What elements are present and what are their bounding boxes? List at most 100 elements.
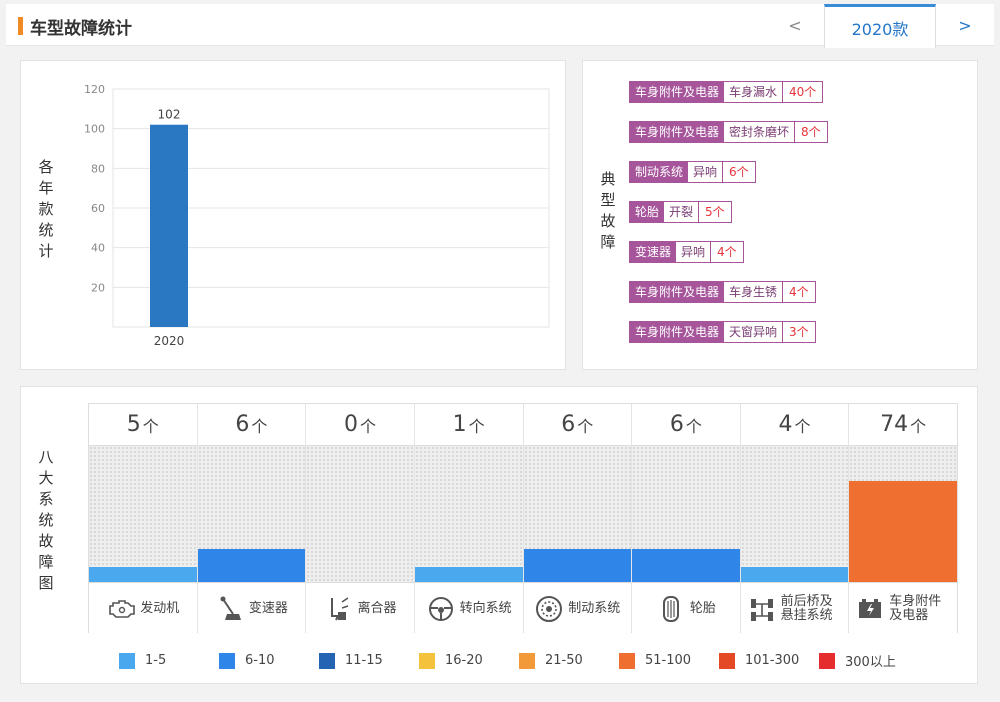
system-label-clutch[interactable]: 离合器: [306, 582, 414, 634]
system-name: 前后桥及悬挂系统: [780, 593, 833, 623]
system-column: 4个 前后桥及悬挂系统: [740, 404, 850, 634]
fault-description: 密封条磨坏: [724, 122, 796, 142]
legend-swatch: [319, 652, 335, 669]
tire-icon: [662, 595, 679, 622]
system-column: 6个 变速器: [197, 404, 307, 634]
legend-swatch: [619, 652, 635, 669]
system-level-bar: [523, 549, 632, 582]
fault-category: 车身附件及电器: [630, 282, 725, 302]
system-fault-count: 6个: [197, 404, 306, 446]
system-name: 转向系统: [459, 600, 512, 616]
systems-fault-grid: 5个 发动机 6个 变速器 0个 离合器 1个 转向系统 6 个 制动系统 6 …: [88, 403, 958, 634]
legend-swatch: [419, 652, 435, 669]
system-fault-count: 1个: [414, 404, 523, 446]
system-fault-count: 4个: [740, 404, 849, 446]
legend-item: 300以上: [819, 651, 919, 670]
fault-description: 天窗异响: [724, 322, 784, 342]
system-name: 离合器: [357, 600, 397, 616]
system-fault-count: 0个: [306, 404, 414, 446]
system-name: 制动系统: [568, 600, 621, 616]
fault-tag[interactable]: 车身附件及电器 天窗异响 3个: [629, 321, 816, 343]
y-tick-label: 20: [91, 281, 105, 294]
eight-systems-panel: 八大系统故障图 5个 发动机 6个 变速器 0个 离合器 1 个 转向系统 6 …: [20, 386, 978, 684]
fault-count: 4个: [789, 285, 809, 299]
fault-tag[interactable]: 制动系统 异响 6个: [629, 161, 756, 183]
engine-icon: [109, 599, 136, 618]
prev-year-button[interactable]: <: [766, 4, 824, 46]
legend-swatch: [819, 652, 835, 669]
system-column: 5个 发动机: [89, 404, 198, 634]
fault-tag[interactable]: 变速器 异响 4个: [629, 241, 744, 263]
system-name: 发动机: [140, 600, 180, 616]
axle-suspension-icon: [750, 598, 773, 621]
system-column: 6个 制动系统: [523, 404, 633, 634]
legend-swatch: [519, 652, 535, 669]
fault-description: 车身漏水: [724, 82, 784, 102]
system-level-area: [849, 446, 957, 582]
system-level-bar: [197, 549, 306, 582]
fault-description: 开裂: [664, 202, 700, 222]
severity-legend: 1-5 6-10 11-15 16-20 21-50 51-100 101-30…: [119, 651, 919, 670]
clutch-icon: [330, 596, 348, 620]
system-label-transmission[interactable]: 变速器: [197, 582, 306, 634]
legend-item: 6-10: [219, 651, 319, 670]
page-title: 车型故障统计: [30, 19, 132, 39]
fault-tag[interactable]: 车身附件及电器 车身生锈 4个: [629, 281, 816, 303]
system-column: 6个 轮胎: [632, 404, 741, 634]
fault-category: 车身附件及电器: [630, 82, 725, 102]
legend-item: 16-20: [419, 651, 519, 670]
system-column: 0个 离合器: [306, 404, 415, 634]
year-stats-panel: 各年款统计 20 40 60 80 100 120 102 2020: [20, 60, 566, 370]
system-label-body-electrical[interactable]: 车身附件及电器: [849, 582, 957, 634]
gear-shift-icon: [220, 596, 241, 620]
system-level-area: [523, 446, 632, 582]
system-level-bar: [740, 567, 849, 582]
fault-count: 6个: [729, 165, 749, 179]
eight-systems-side-label: 八大系统故障图: [38, 448, 54, 592]
fault-description: 异响: [676, 242, 712, 262]
typical-faults-panel: 典型故障 车身附件及电器 车身漏水 40个 车身附件及电器 密封条磨坏 8个 制…: [582, 60, 978, 370]
system-level-bar: [632, 549, 740, 582]
system-level-bar: [89, 567, 197, 582]
fault-category: 轮胎: [630, 202, 665, 222]
next-year-button[interactable]: >: [936, 4, 994, 46]
fault-tag[interactable]: 车身附件及电器 车身漏水 40个: [629, 81, 824, 103]
fault-tag[interactable]: 轮胎 开裂 5个: [629, 201, 732, 223]
year-tab-selected[interactable]: 2020款: [824, 4, 936, 48]
system-column: 1个 转向系统: [414, 404, 524, 634]
system-level-area: [414, 446, 523, 582]
fault-category: 车身附件及电器: [630, 322, 725, 342]
year-navigation: < 2020款 >: [766, 4, 994, 48]
fault-count: 3个: [789, 325, 809, 339]
legend-item: 51-100: [619, 651, 719, 670]
system-fault-count: 6个: [632, 404, 740, 446]
system-level-bar: [849, 481, 957, 582]
system-label-engine[interactable]: 发动机: [89, 582, 197, 634]
legend-item: 101-300: [719, 651, 819, 670]
system-column: 74 个 车身附件及电器: [849, 404, 957, 634]
y-tick-label: 80: [91, 162, 105, 175]
system-label-tire[interactable]: 轮胎: [632, 582, 740, 634]
fault-count: 8个: [801, 125, 821, 139]
fault-tag[interactable]: 车身附件及电器 密封条磨坏 8个: [629, 121, 828, 143]
typical-faults-side-label: 典型故障: [600, 170, 616, 251]
system-label-steering[interactable]: 转向系统: [414, 582, 523, 634]
fault-count: 4个: [717, 245, 737, 259]
system-name: 车身附件及电器: [889, 593, 942, 623]
battery-icon: [859, 598, 882, 618]
fault-count: 40个: [789, 85, 817, 99]
system-label-brake[interactable]: 制动系统: [523, 582, 632, 634]
brake-disc-icon: [536, 595, 563, 622]
system-level-area: [197, 446, 306, 582]
fault-description: 异响: [688, 162, 724, 182]
system-label-axle-suspension[interactable]: 前后桥及悬挂系统: [740, 582, 849, 634]
system-name: 轮胎: [689, 600, 716, 616]
fault-count: 5个: [705, 205, 725, 219]
legend-swatch: [119, 652, 135, 669]
y-tick-label: 120: [84, 83, 105, 96]
bar-data-label: 102: [158, 108, 181, 122]
year-stats-bar-chart: 20 40 60 80 100 120 102 2020: [84, 83, 550, 348]
system-level-area: [89, 446, 197, 582]
legend-swatch: [719, 652, 735, 669]
legend-item: 21-50: [519, 651, 619, 670]
